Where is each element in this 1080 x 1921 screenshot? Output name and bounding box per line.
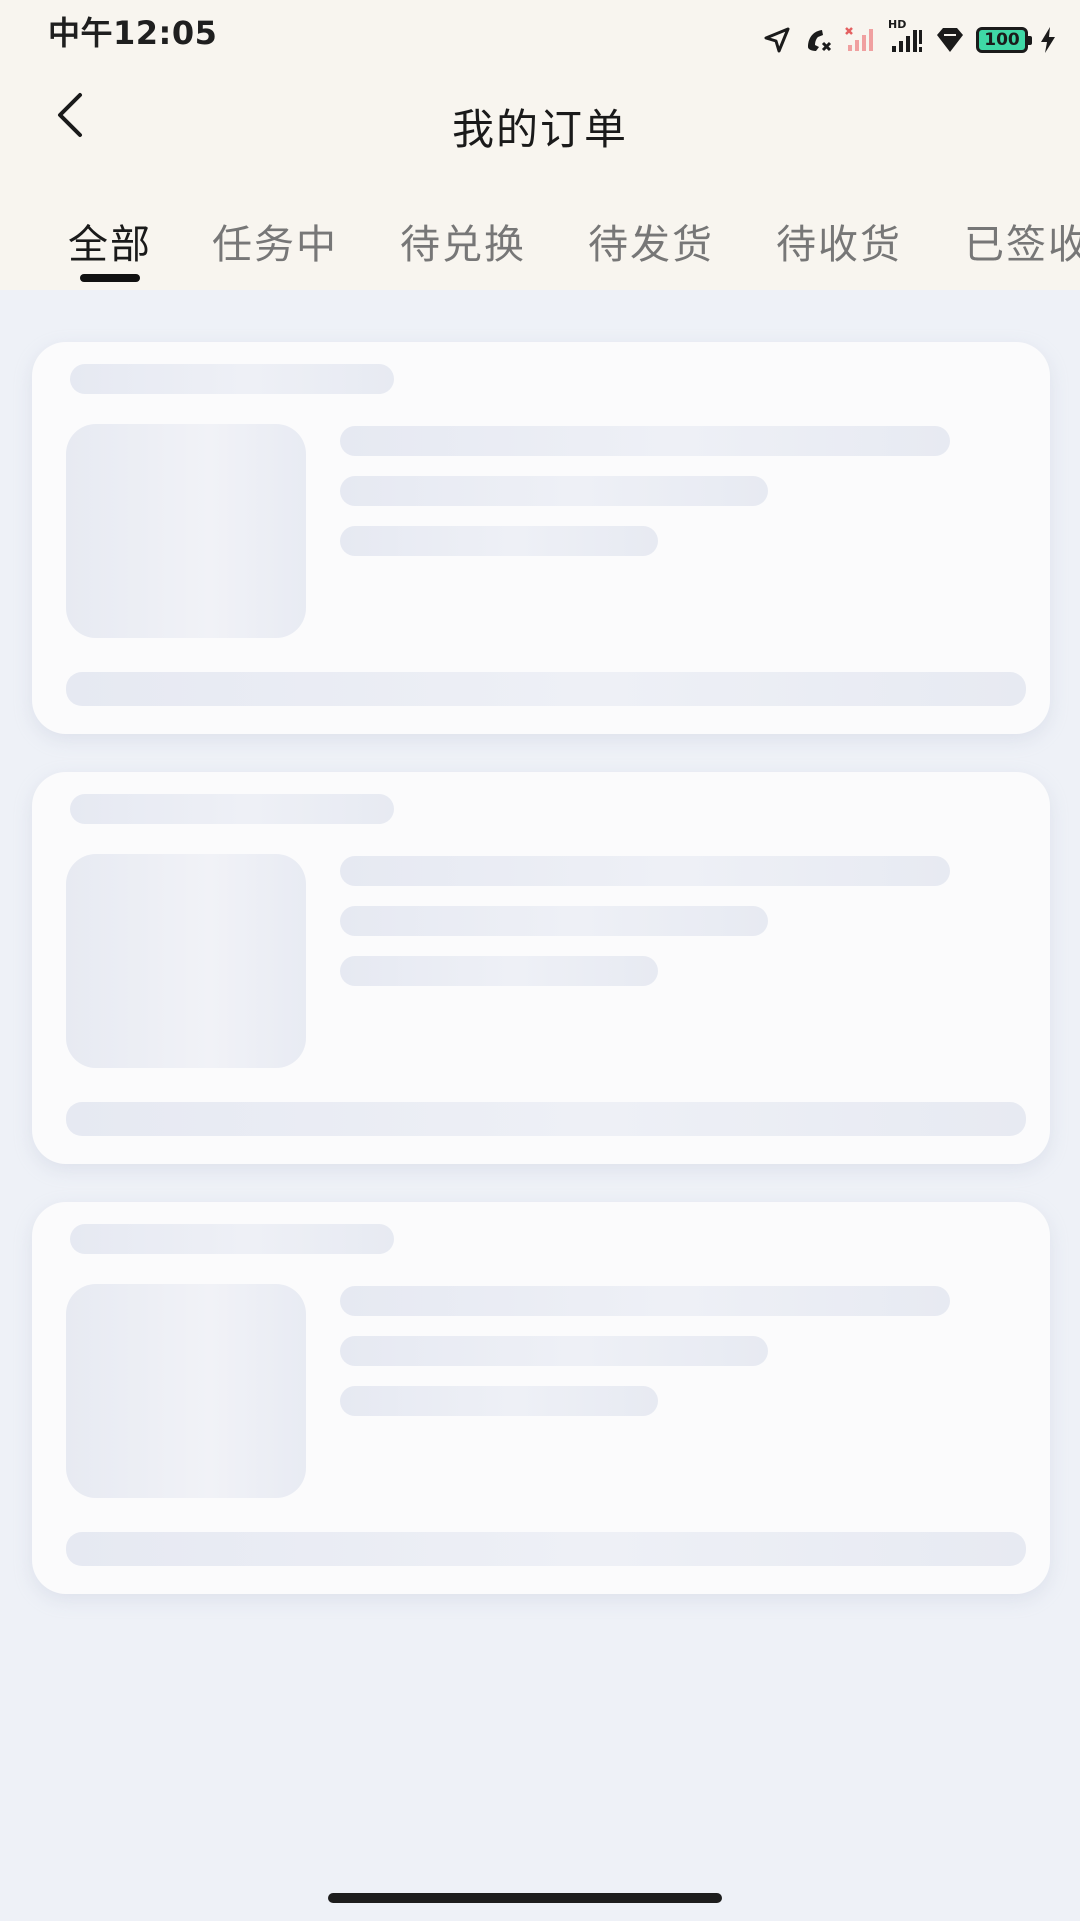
tab-pending-shipment[interactable]: 待发货 xyxy=(588,212,714,270)
skeleton-line xyxy=(340,856,950,886)
call-missed-icon xyxy=(802,25,834,55)
skeleton-line xyxy=(70,794,394,824)
tab-in-progress[interactable]: 任务中 xyxy=(212,212,338,270)
skeleton-line xyxy=(340,426,950,456)
hd-label: HD xyxy=(888,18,907,31)
signal-hd-icon: HD xyxy=(888,18,924,56)
order-card-skeleton xyxy=(32,772,1050,1164)
tab-pending-receipt[interactable]: 待收货 xyxy=(776,212,902,270)
skeleton-line xyxy=(340,1286,950,1316)
skeleton-line xyxy=(70,364,394,394)
order-tabs: 全部 任务中 待兑换 待发货 待收货 已签收 xyxy=(0,200,1080,290)
location-arrow-icon xyxy=(762,25,792,55)
active-tab-indicator xyxy=(80,274,140,282)
skeleton-line xyxy=(66,672,1026,706)
page-title: 我的订单 xyxy=(451,105,628,154)
battery-icon: 100 xyxy=(976,27,1032,53)
skeleton-line xyxy=(340,906,768,936)
skeleton-thumbnail xyxy=(66,854,306,1068)
home-indicator[interactable] xyxy=(328,1893,722,1903)
skeleton-line xyxy=(340,956,658,986)
skeleton-thumbnail xyxy=(66,424,306,638)
skeleton-line xyxy=(340,1386,658,1416)
skeleton-line xyxy=(66,1102,1026,1136)
skeleton-line xyxy=(66,1532,1026,1566)
tab-pending-redeem[interactable]: 待兑换 xyxy=(400,212,526,270)
battery-level: 100 xyxy=(984,29,1020,50)
charging-bolt-icon xyxy=(1038,25,1058,55)
skeleton-line xyxy=(70,1224,394,1254)
status-time: 中午12:05 xyxy=(48,14,218,52)
skeleton-line xyxy=(340,1336,768,1366)
skeleton-line xyxy=(340,476,768,506)
vpn-diamond-icon xyxy=(934,26,966,54)
skeleton-thumbnail xyxy=(66,1284,306,1498)
tab-all[interactable]: 全部 xyxy=(68,212,152,270)
tab-signed[interactable]: 已签收 xyxy=(964,212,1080,270)
order-card-skeleton xyxy=(32,1202,1050,1594)
top-bar: 中午12:05 HD 100 我的订单 全部 任务中 待兑换 待发货 待收货 已… xyxy=(0,0,1080,290)
status-icons: HD 100 xyxy=(762,18,1058,60)
signal-no-sim-icon xyxy=(844,25,878,55)
skeleton-line xyxy=(340,526,658,556)
order-card-skeleton xyxy=(32,342,1050,734)
